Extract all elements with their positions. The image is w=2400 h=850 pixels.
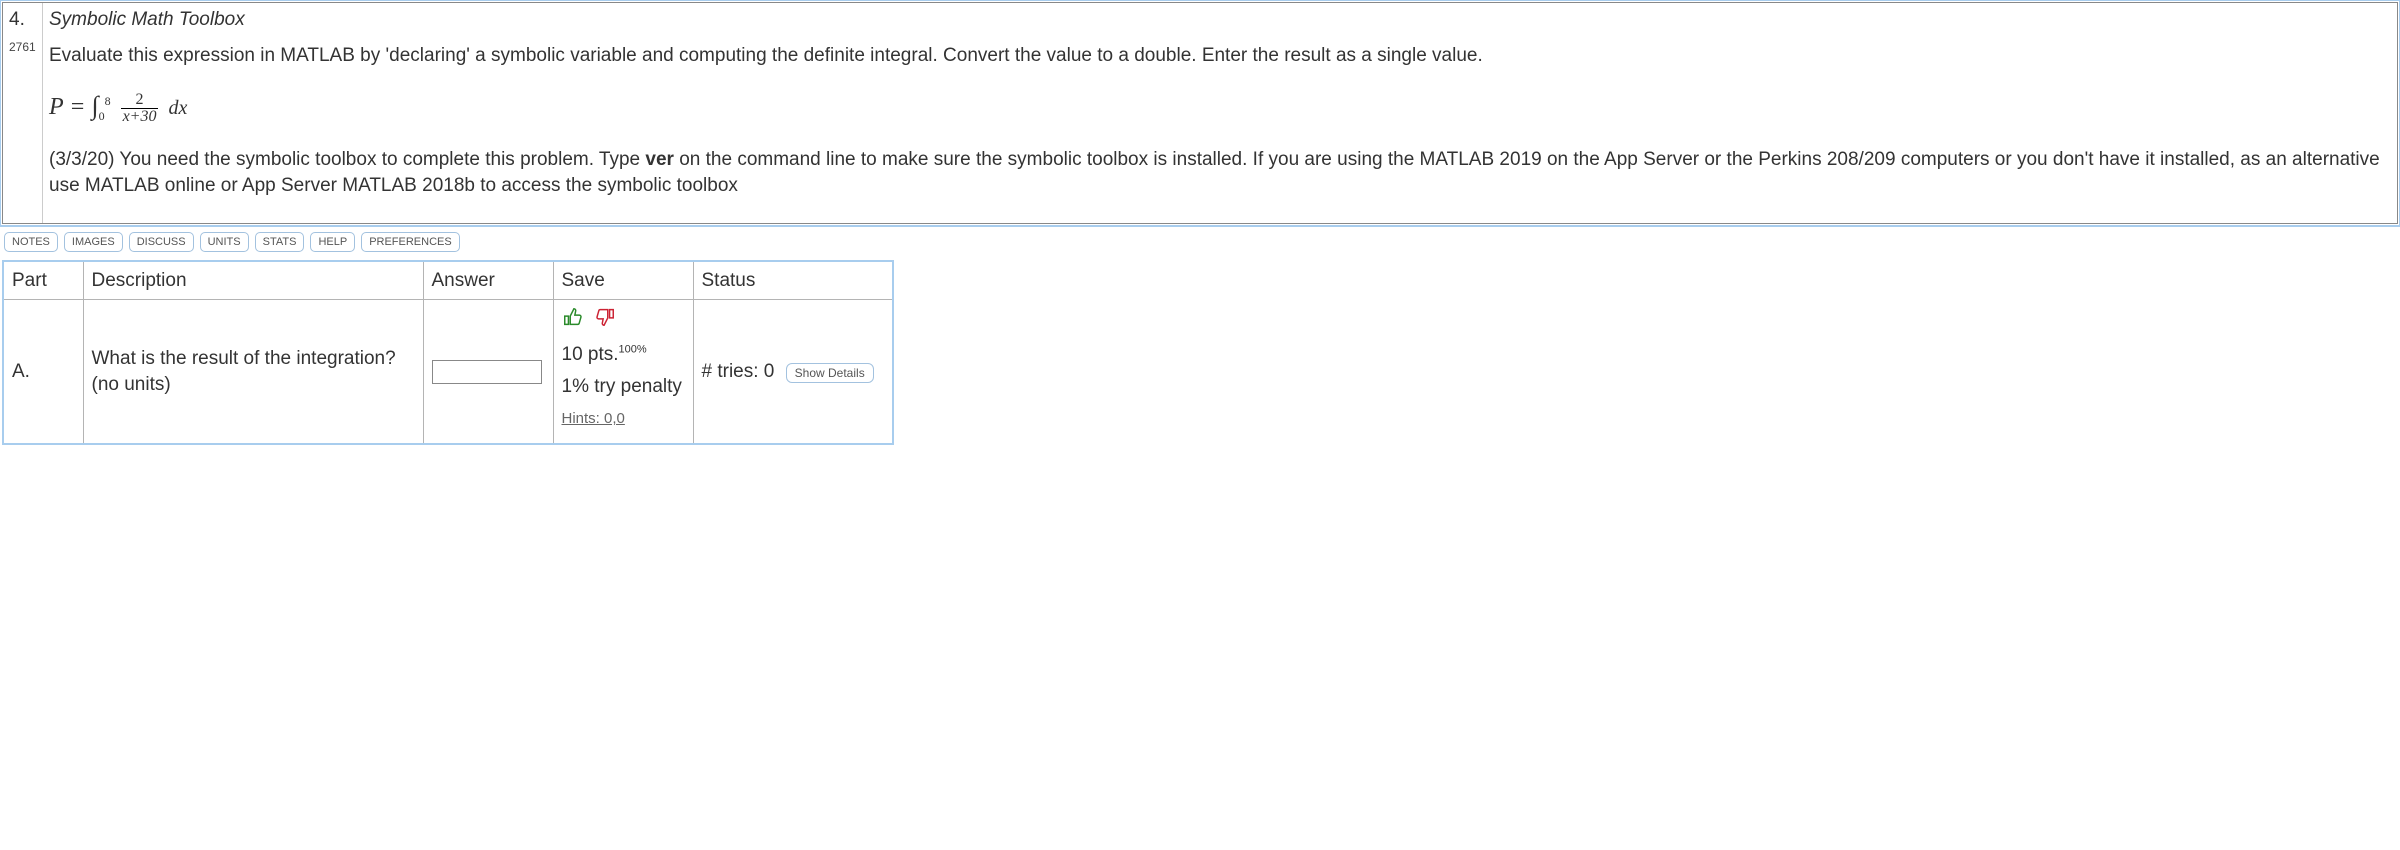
eq-dvar: dx (168, 97, 187, 119)
table-header-row: Part Description Answer Save Status (3, 261, 893, 300)
answer-cell (423, 300, 553, 444)
content-column: Symbolic Math Toolbox Evaluate this expr… (43, 3, 2397, 223)
left-column: 4. 2761 (3, 3, 43, 223)
ver-command: ver (645, 149, 674, 170)
save-cell: 10 pts.100% 1% try penalty Hints: 0,0 (553, 300, 693, 444)
thumbs-down-icon[interactable] (594, 306, 616, 336)
part-description: What is the result of the integration? (… (83, 300, 423, 444)
header-save: Save (553, 261, 693, 300)
percent: 100% (619, 344, 647, 356)
status-cell: # tries: 0 Show Details (693, 300, 893, 444)
answer-input[interactable] (432, 360, 542, 384)
table-row: A. What is the result of the integration… (3, 300, 893, 444)
eq-denominator: x+30 (121, 109, 159, 125)
images-button[interactable]: IMAGES (64, 232, 123, 252)
equation: P = ∫08 2 x+30 dx (49, 88, 2391, 125)
question-title: Symbolic Math Toolbox (49, 7, 2391, 33)
help-button[interactable]: HELP (310, 232, 355, 252)
eq-upper: 8 (105, 94, 111, 108)
eq-numerator: 2 (121, 92, 159, 109)
toolbar: NOTES IMAGES DISCUSS UNITS STATS HELP PR… (0, 226, 2400, 260)
header-part: Part (3, 261, 83, 300)
question-prompt: Evaluate this expression in MATLAB by 'd… (49, 43, 2391, 69)
hints-link[interactable]: Hints: 0,0 (562, 410, 625, 427)
eq-lower: 0 (99, 109, 105, 123)
header-answer: Answer (423, 261, 553, 300)
question-id: 2761 (9, 39, 36, 55)
notes-button[interactable]: NOTES (4, 232, 58, 252)
problem-card: 4. 2761 Symbolic Math Toolbox Evaluate t… (2, 2, 2398, 224)
stats-button[interactable]: STATS (255, 232, 305, 252)
units-button[interactable]: UNITS (200, 232, 249, 252)
question-note: (3/3/20) You need the symbolic toolbox t… (49, 147, 2391, 198)
answer-table: Part Description Answer Save Status A. W… (2, 260, 894, 445)
tries-label: # tries: 0 (702, 361, 775, 382)
penalty-line: 1% try penalty (562, 374, 685, 400)
eq-lhs: P (49, 94, 63, 120)
fraction: 2 x+30 (121, 92, 159, 125)
question-number: 4. (9, 7, 36, 33)
header-status: Status (693, 261, 893, 300)
integral-sign: ∫ (91, 91, 98, 120)
thumbs-up-icon[interactable] (562, 306, 584, 336)
header-description: Description (83, 261, 423, 300)
points-line: 10 pts.100% (562, 342, 685, 368)
preferences-button[interactable]: PREFERENCES (361, 232, 460, 252)
part-label: A. (3, 300, 83, 444)
show-details-button[interactable]: Show Details (786, 363, 874, 383)
discuss-button[interactable]: DISCUSS (129, 232, 194, 252)
